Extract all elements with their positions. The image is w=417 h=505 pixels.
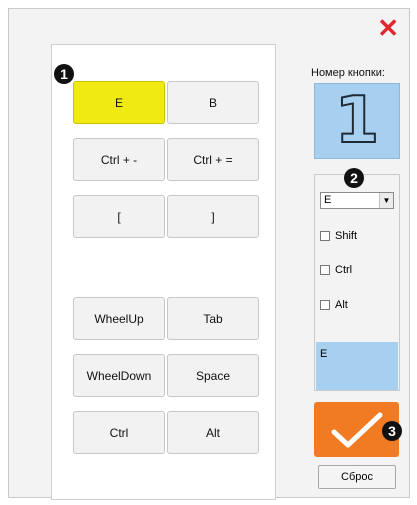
key-select-value: E	[324, 194, 332, 206]
checkmark-icon	[331, 412, 382, 447]
key-preview-text: E	[320, 348, 328, 360]
key-select[interactable]: E ▼	[320, 192, 394, 209]
checkbox-icon[interactable]	[320, 300, 330, 310]
alt-label: Alt	[335, 299, 348, 311]
key-button-space[interactable]: Space	[167, 354, 259, 397]
key-config-panel: E ▼ Shift Ctrl Alt E	[314, 174, 400, 391]
key-button-alt[interactable]: Alt	[167, 411, 259, 454]
key-button-ctrl-minus[interactable]: Ctrl + -	[73, 138, 165, 181]
key-panel: E B Ctrl + - Ctrl + = [ ] WheelUp Tab Wh…	[51, 44, 276, 500]
key-button-e[interactable]: E	[73, 81, 165, 124]
checkbox-icon[interactable]	[320, 231, 330, 241]
alt-checkbox[interactable]: Alt	[320, 299, 348, 311]
key-button-left-bracket[interactable]: [	[73, 195, 165, 238]
key-button-wheelup[interactable]: WheelUp	[73, 297, 165, 340]
key-button-tab[interactable]: Tab	[167, 297, 259, 340]
chevron-down-icon[interactable]: ▼	[379, 193, 393, 208]
shift-checkbox[interactable]: Shift	[320, 230, 357, 242]
step-badge-1: 1	[54, 64, 74, 84]
key-button-ctrl-equals[interactable]: Ctrl + =	[167, 138, 259, 181]
button-number-value: 1	[334, 84, 381, 158]
step-badge-2: 2	[344, 168, 364, 188]
close-icon[interactable]: ✕	[377, 15, 399, 41]
ctrl-label: Ctrl	[335, 264, 353, 276]
ctrl-checkbox[interactable]: Ctrl	[320, 264, 352, 276]
key-button-b[interactable]: B	[167, 81, 259, 124]
checkbox-icon[interactable]	[320, 265, 330, 275]
key-preview: E	[316, 342, 398, 390]
step-badge-3: 3	[382, 421, 402, 441]
shift-label: Shift	[335, 230, 358, 242]
key-button-ctrl[interactable]: Ctrl	[73, 411, 165, 454]
key-button-wheeldown[interactable]: WheelDown	[73, 354, 165, 397]
button-number-label: Номер кнопки:	[311, 67, 385, 79]
reset-button[interactable]: Сброс	[318, 465, 396, 489]
window: ✕ E B Ctrl + - Ctrl + = [ ] WheelUp Tab …	[8, 8, 410, 500]
button-number-display: 1	[314, 83, 400, 159]
key-button-right-bracket[interactable]: ]	[167, 195, 259, 238]
